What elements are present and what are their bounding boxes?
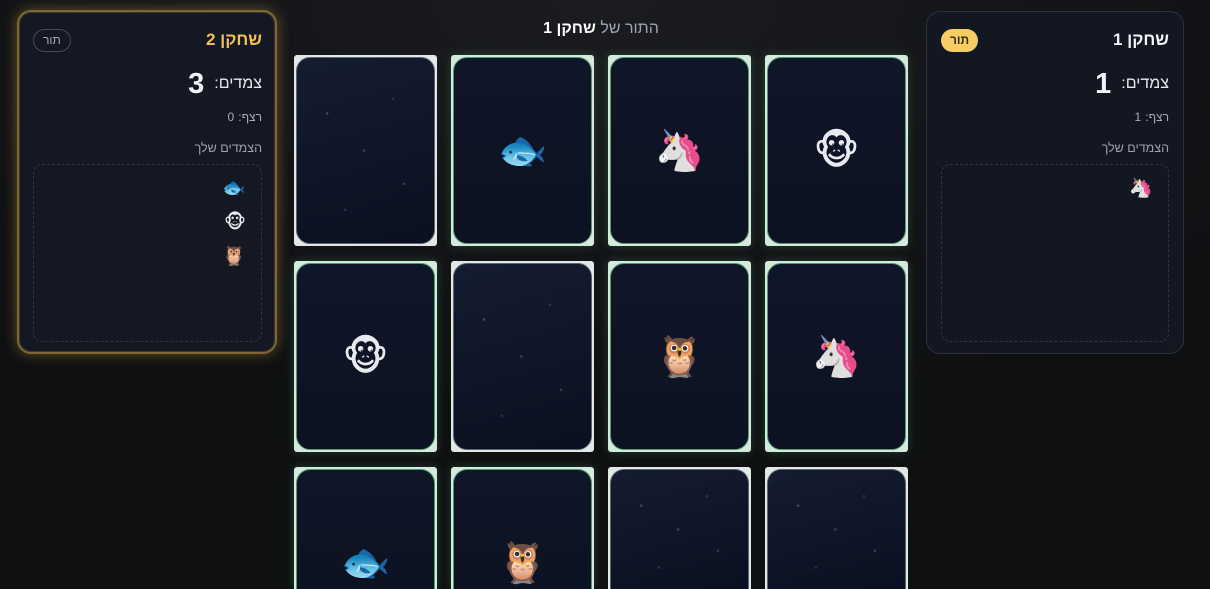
unicorn-icon: 🦄	[654, 129, 705, 173]
memory-card: 🦄	[765, 261, 908, 452]
pairs-value: 3	[188, 68, 205, 100]
player-name: שחקן 1	[1112, 30, 1169, 49]
player-name: שחקן 2	[205, 30, 262, 49]
owl-icon: 🦉	[222, 246, 246, 267]
fish-icon: 🐟	[340, 541, 391, 585]
turn-prefix: התור של	[600, 20, 659, 37]
memory-card: 🐵	[294, 261, 437, 452]
pairs-label: צמדים:	[1121, 75, 1169, 92]
monkey-icon: 🐵	[813, 129, 860, 173]
card-face: 🦉	[453, 469, 592, 589]
monkey-icon: 🐵	[342, 335, 389, 379]
fish-icon: 🐟	[222, 178, 246, 199]
player-panel-player1: שחקן 1 תור צמדים: 1 רצף: 1 הצמדים שלך 🦄	[926, 11, 1184, 354]
turn-badge: תור	[941, 28, 979, 52]
matches-title: הצמדים שלך	[194, 141, 262, 155]
card-back[interactable]	[767, 469, 906, 589]
memory-card: 🐵	[765, 55, 908, 246]
card-back[interactable]	[296, 57, 435, 244]
unicorn-icon: 🦄	[811, 335, 862, 379]
card-face: 🐵	[296, 263, 435, 450]
player-panel-player2: שחקן 2 תור צמדים: 3 רצף: 0 הצמדים שלך 🐟 …	[17, 10, 277, 354]
matched-pairs-list: 🐟 🐵 🦉	[33, 164, 262, 342]
fish-icon: 🐟	[497, 129, 548, 173]
pairs-value: 1	[1095, 68, 1112, 100]
pairs-label: צמדים:	[214, 75, 262, 92]
game-board: 🐵 🦄 🐟 🦄 🦉 🐵 🦉 🐟	[294, 55, 908, 589]
memory-card-hidden[interactable]	[608, 467, 751, 589]
card-face: 🦄	[610, 57, 749, 244]
player-header: שחקן 1 תור	[941, 28, 1169, 52]
streak: רצף: 1	[941, 109, 1169, 125]
owl-icon: 🦉	[497, 541, 548, 585]
card-face: 🐵	[767, 57, 906, 244]
pairs-count: צמדים: 1	[941, 68, 1169, 100]
pairs-count: צמדים: 3	[33, 68, 262, 100]
memory-card-hidden[interactable]	[294, 55, 437, 246]
memory-card: 🐟	[294, 467, 437, 589]
card-back[interactable]	[610, 469, 749, 589]
card-face: 🐟	[296, 469, 435, 589]
streak-value: 0	[227, 110, 235, 124]
memory-card: 🦉	[451, 467, 594, 589]
player-header: שחקן 2 תור	[33, 28, 262, 52]
streak: רצף: 0	[33, 109, 262, 125]
memory-card: 🐟	[451, 55, 594, 246]
matches-title: הצמדים שלך	[1101, 141, 1169, 155]
turn-indicator: התור של שחקן 1	[294, 19, 908, 39]
matched-pairs-list: 🦄	[941, 164, 1169, 342]
memory-card-hidden[interactable]	[765, 467, 908, 589]
memory-card: 🦉	[608, 261, 751, 452]
card-back[interactable]	[453, 263, 592, 450]
card-face: 🦄	[767, 263, 906, 450]
memory-card: 🦄	[608, 55, 751, 246]
memory-card-hidden[interactable]	[451, 261, 594, 452]
owl-icon: 🦉	[654, 335, 705, 379]
streak-label: רצף:	[1145, 110, 1169, 124]
monkey-icon: 🐵	[224, 212, 246, 233]
card-face: 🦉	[610, 263, 749, 450]
turn-badge: תור	[33, 28, 71, 52]
unicorn-icon: 🦄	[1129, 178, 1153, 199]
turn-player-name: שחקן 1	[543, 20, 596, 37]
card-face: 🐟	[453, 57, 592, 244]
streak-label: רצף:	[238, 110, 262, 124]
streak-value: 1	[1134, 110, 1142, 124]
